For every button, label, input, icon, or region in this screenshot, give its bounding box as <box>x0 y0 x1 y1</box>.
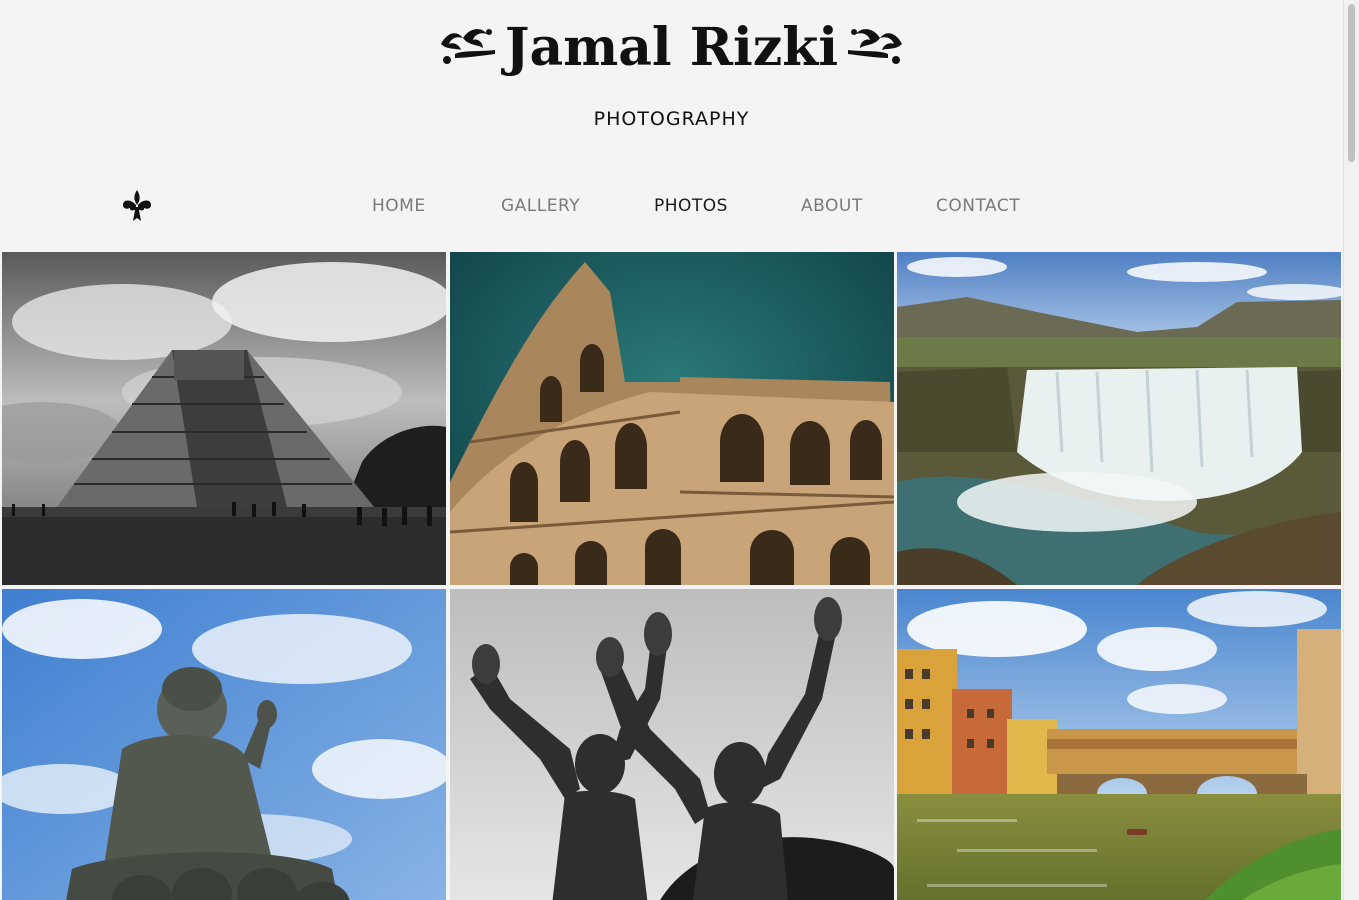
site-header: Jamal Rizki PHOTOGRAPHY HOME GALLERY PHO… <box>0 0 1343 250</box>
nav-home[interactable]: HOME <box>372 196 426 216</box>
page: Jamal Rizki PHOTOGRAPHY HOME GALLERY PHO… <box>0 0 1343 900</box>
nav-photos[interactable]: PHOTOS <box>654 196 728 216</box>
site-title: Jamal Rizki <box>504 16 839 78</box>
nav-contact[interactable]: CONTACT <box>936 196 1020 216</box>
photo-statues[interactable] <box>450 589 894 900</box>
site-logo[interactable]: Jamal Rizki <box>0 12 1343 82</box>
nav-gallery[interactable]: GALLERY <box>501 196 580 216</box>
site-tagline: PHOTOGRAPHY <box>593 108 750 130</box>
photo-pyramid[interactable] <box>2 252 446 585</box>
scrollbar-thumb[interactable] <box>1348 4 1355 162</box>
page-scrollbar[interactable] <box>1343 0 1359 900</box>
flourish-left-icon <box>437 20 499 74</box>
flourish-right-icon <box>844 20 906 74</box>
photo-bridge[interactable] <box>897 589 1341 900</box>
photo-colosseum[interactable] <box>450 252 894 585</box>
main-nav: HOME GALLERY PHOTOS ABOUT CONTACT <box>0 196 1343 220</box>
photo-buddha[interactable] <box>2 589 446 900</box>
nav-about[interactable]: ABOUT <box>801 196 863 216</box>
photo-waterfall[interactable] <box>897 252 1341 585</box>
